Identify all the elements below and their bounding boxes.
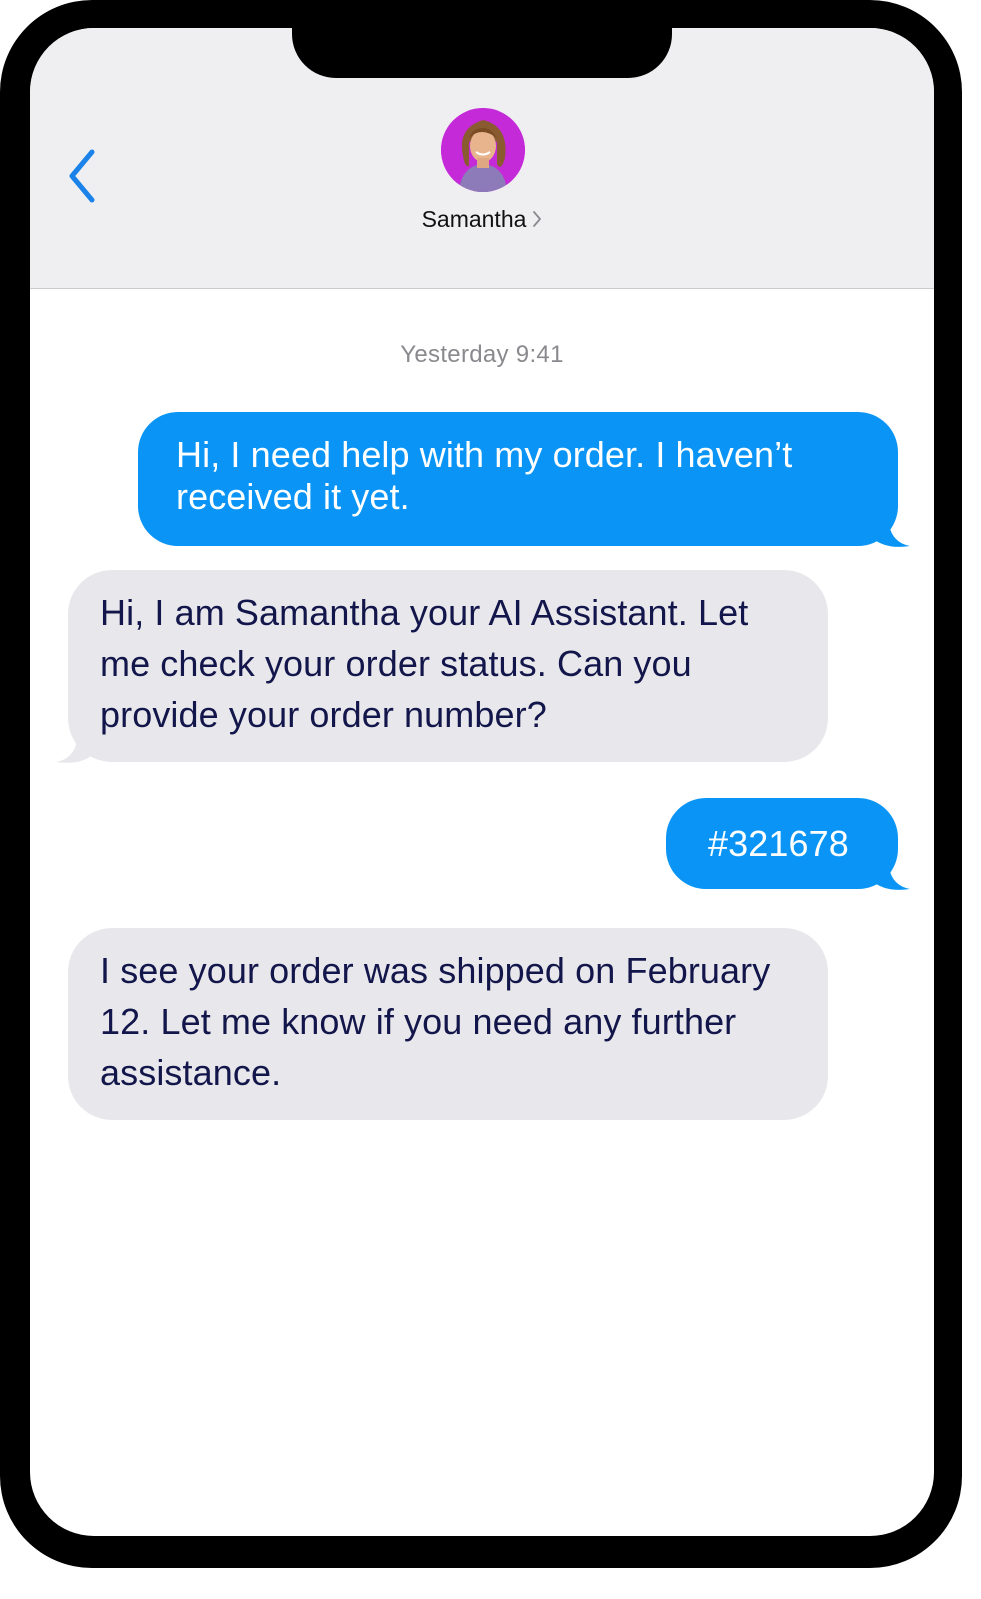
contact-name-label: Samantha [421,206,527,232]
bubble-tail [56,730,96,763]
message-text: Hi, I need help with my order. I haven’t… [176,434,793,517]
phone-frame: Samantha Yesterday 9:41 Hi, I need help … [0,0,962,1568]
avatar-portrait-icon [441,108,525,192]
message-text: I see your order was shipped on February… [100,950,771,1093]
chevron-left-icon [69,149,95,203]
bubble-tail [870,514,910,547]
incoming-message-bubble[interactable]: I see your order was shipped on February… [68,928,828,1120]
message-text: #321678 [708,823,849,864]
incoming-message-bubble[interactable]: Hi, I am Samantha your AI Assistant. Let… [56,570,828,763]
contact-name-button[interactable]: Samantha [30,206,934,233]
contact-avatar[interactable] [441,108,525,192]
message-text: Hi, I am Samantha your AI Assistant. Let… [100,592,749,735]
messages-screen: Samantha Yesterday 9:41 Hi, I need help … [30,28,934,1536]
phone-notch [292,28,672,78]
chevron-right-icon [533,211,542,227]
outgoing-message-bubble[interactable]: Hi, I need help with my order. I haven’t… [138,412,910,547]
conversation-timestamp: Yesterday 9:41 [400,341,564,368]
back-button[interactable] [64,146,104,206]
bubble-tail [870,857,910,890]
outgoing-message-bubble[interactable]: #321678 [666,798,910,890]
